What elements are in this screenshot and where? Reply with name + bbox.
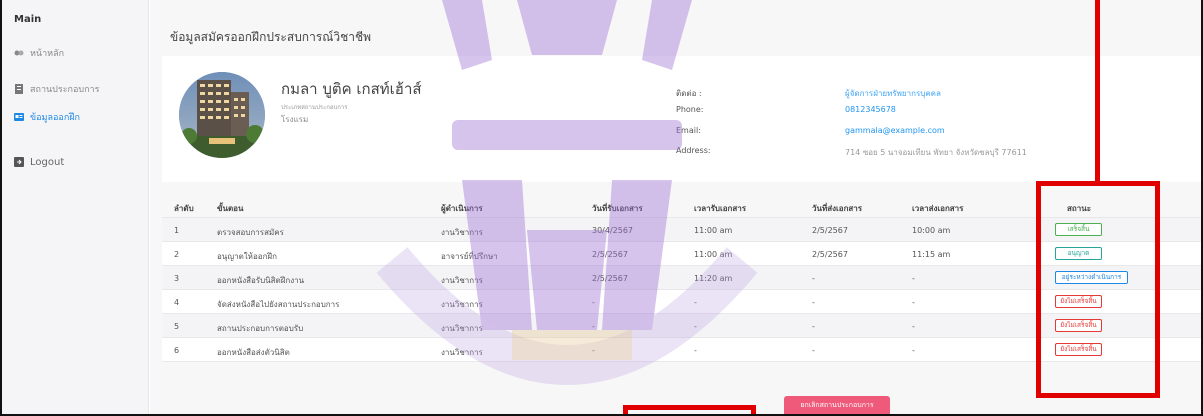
contact-label: ติดต่อ : — [676, 89, 702, 98]
header-recv-date: วันที่รับเอกสาร — [592, 204, 643, 213]
header-recv-time: เวลารับเอกสาร — [694, 204, 747, 213]
cell-recv-time: - — [694, 298, 697, 307]
hotel-photo — [179, 72, 265, 158]
sidebar-item-label: หน้าหลัก — [30, 49, 65, 59]
company-avatar — [179, 72, 265, 158]
cell-send-date: - — [812, 274, 815, 283]
annotation-pointer-line — [1095, 0, 1100, 182]
cell-no: 5 — [174, 322, 180, 331]
cell-step: อนุญาตให้ออกฝึก — [217, 252, 277, 261]
annotation-status-highlight — [1036, 181, 1160, 398]
cell-send-time: 11:15 am — [912, 250, 951, 259]
logout-icon — [14, 157, 24, 167]
cell-recv-time: 11:20 am — [694, 274, 733, 283]
cell-operator: งานวิชาการ — [441, 300, 483, 309]
cell-step: ออกหนังสือรับนิสิตฝึกงาน — [217, 276, 305, 285]
header-no: ลำดับ — [174, 204, 194, 213]
header-send-time: เวลาส่งเอกสาร — [912, 204, 964, 213]
cell-send-date: 2/5/2567 — [812, 226, 848, 235]
cell-send-time: - — [912, 298, 915, 307]
phone-label: Phone: — [676, 105, 704, 114]
company-type-label: ประเภทสถานประกอบการ — [281, 104, 348, 111]
cell-operator: งานวิชาการ — [441, 348, 483, 357]
cell-send-date: - — [812, 298, 815, 307]
page-title: ข้อมูลสมัครออกฝึกประสบการณ์วิชาชีพ — [170, 30, 372, 44]
cell-recv-time: - — [694, 322, 697, 331]
cell-operator: งานวิชาการ — [441, 324, 483, 333]
cell-recv-date: 2/5/2567 — [592, 274, 628, 283]
logout-label: Logout — [30, 156, 65, 168]
cell-send-date: 2/5/2567 — [812, 250, 848, 259]
cell-no: 1 — [174, 226, 180, 235]
cancel-company-button[interactable]: ยกเลิกสถานประกอบการ — [784, 396, 890, 414]
sidebar-item-companies[interactable]: สถานประกอบการ — [14, 80, 99, 98]
cell-recv-time: - — [694, 346, 697, 355]
cell-send-date: - — [812, 322, 815, 331]
sidebar-item-label: สถานประกอบการ — [30, 85, 100, 95]
company-type: โรงแรม — [281, 115, 309, 124]
header-step: ขั้นตอน — [217, 204, 244, 213]
cell-recv-time: 11:00 am — [694, 250, 733, 259]
cell-recv-date: 2/5/2567 — [592, 250, 628, 259]
cell-operator: งานวิชาการ — [441, 228, 483, 237]
cell-send-time: - — [912, 274, 915, 283]
address-value: 714 ซอย 5 นาจอมเทียน พัทยา จังหวัดชลบุรี… — [845, 148, 1027, 157]
building-icon — [15, 84, 23, 94]
screenshot-frame: Main หน้าหลัก สถานประกอบการ ข้อมูลออกฝึก… — [0, 0, 1203, 416]
address-label: Address: — [676, 146, 711, 155]
cell-recv-date: 30/4/2567 — [592, 226, 634, 235]
sidebar-item-home[interactable]: หน้าหลัก — [14, 44, 64, 62]
email-label: Email: — [676, 126, 701, 135]
annotation-cancel-highlight — [623, 405, 756, 414]
cell-send-time: - — [912, 346, 915, 355]
cell-no: 4 — [174, 298, 180, 307]
sidebar-item-training-info[interactable]: ข้อมูลออกฝึก — [14, 108, 80, 126]
cell-step: ตรวจสอบการสมัคร — [217, 228, 284, 237]
cell-send-time: 10:00 am — [912, 226, 951, 235]
dashboard-icon — [14, 50, 24, 56]
contact-value: ผู้จัดการฝ่ายทรัพยากรบุคคล — [845, 89, 941, 98]
sidebar-item-label: ข้อมูลออกฝึก — [30, 113, 80, 123]
cell-send-date: - — [812, 346, 815, 355]
cell-operator: อาจารย์ที่ปรึกษา — [441, 252, 498, 261]
cell-step: จัดส่งหนังสือไปยังสถานประกอบการ — [217, 300, 340, 309]
cell-recv-time: 11:00 am — [694, 226, 733, 235]
cell-step: สถานประกอบการตอบรับ — [217, 324, 304, 333]
header-operator: ผู้ดำเนินการ — [441, 204, 483, 213]
id-card-icon — [14, 113, 24, 121]
company-profile-card: กมลา บูติค เกสท์เฮ้าส์ ประเภทสถานประกอบก… — [162, 56, 1201, 182]
company-name: กมลา บูติค เกสท์เฮ้าส์ — [281, 80, 422, 98]
cell-no: 3 — [174, 274, 180, 283]
cell-recv-date: - — [592, 346, 595, 355]
sidebar: Main หน้าหลัก สถานประกอบการ ข้อมูลออกฝึก… — [2, 0, 149, 414]
cell-recv-date: - — [592, 322, 595, 331]
cell-step: ออกหนังสือส่งตัวนิสิต — [217, 348, 290, 357]
header-send-date: วันที่ส่งเอกสาร — [812, 204, 863, 213]
cell-send-time: - — [912, 322, 915, 331]
phone-value[interactable]: 0812345678 — [845, 105, 896, 114]
sidebar-item-logout[interactable]: Logout — [14, 153, 64, 171]
email-value[interactable]: gammala@example.com — [845, 126, 945, 135]
cell-recv-date: - — [592, 298, 595, 307]
cell-no: 6 — [174, 346, 180, 355]
cell-no: 2 — [174, 250, 180, 259]
sidebar-header: Main — [14, 14, 42, 25]
cell-operator: งานวิชาการ — [441, 276, 483, 285]
